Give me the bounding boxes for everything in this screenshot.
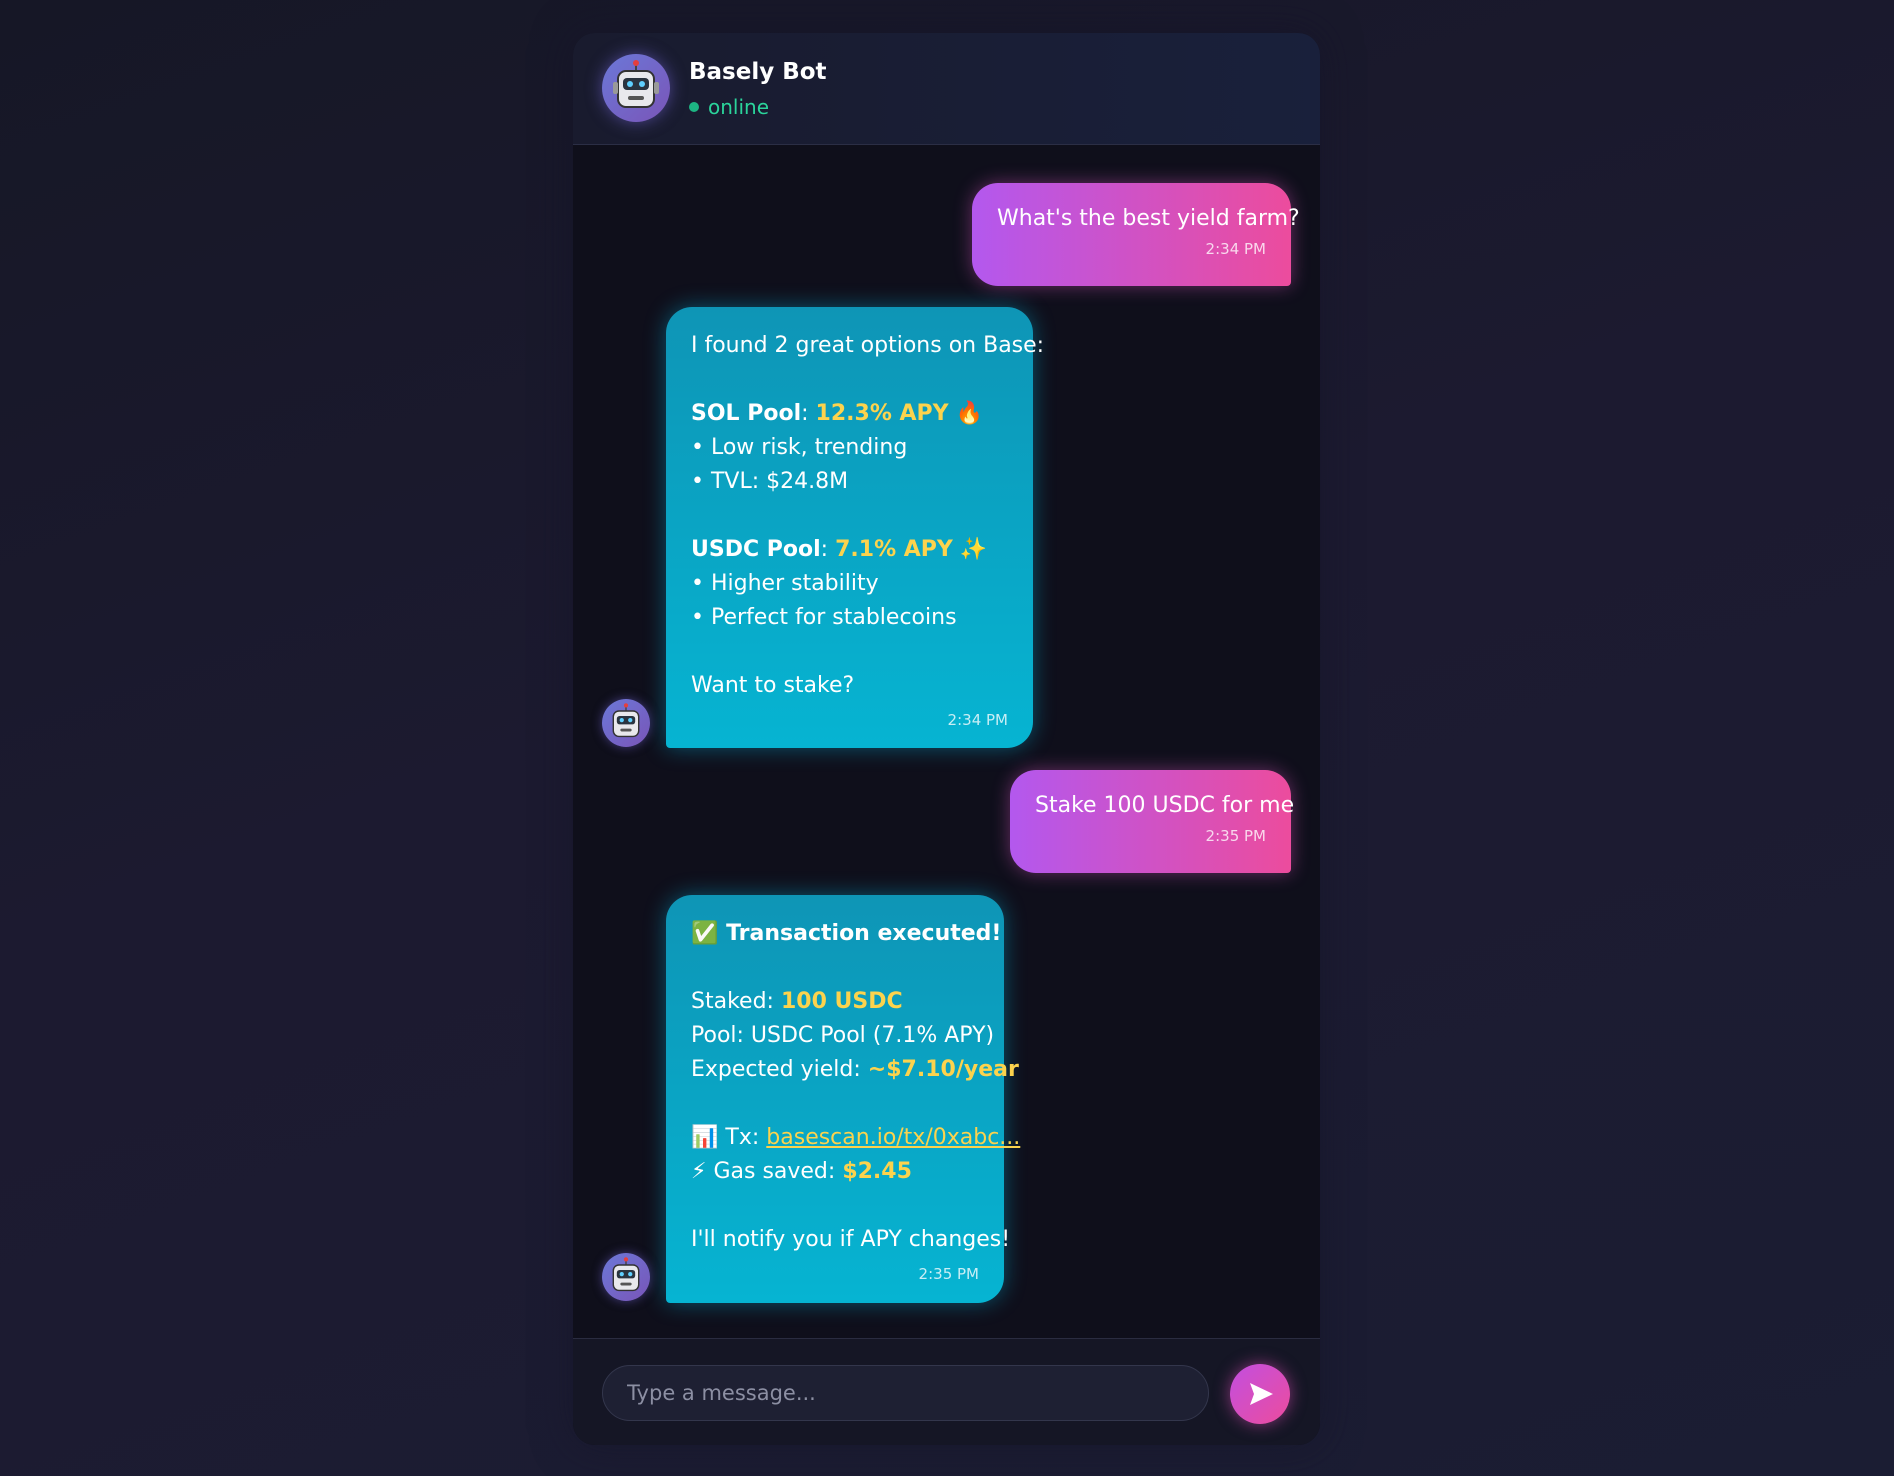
sol-pool-bullet-2: • TVL: $24.8M — [691, 469, 849, 494]
user-message-1: What's the best yield farm? 2:34 PM — [972, 183, 1300, 286]
message-text: Stake 100 USDC for me — [1035, 793, 1295, 818]
pool-line: Pool: USDC Pool (7.1% APY) — [691, 1023, 995, 1048]
bot-name: Basely Bot — [689, 59, 827, 85]
message-timestamp: 2:35 PM — [918, 1265, 979, 1283]
chat-header: Basely Bot online — [573, 33, 1320, 145]
sol-pool-bullet-1: • Low risk, trending — [691, 435, 908, 460]
status-indicator: online — [689, 95, 769, 119]
robot-icon — [612, 703, 640, 738]
lightning-icon: ⚡ — [691, 1159, 707, 1184]
sol-pool-heading: SOL Pool: 12.3% APY 🔥 — [691, 401, 984, 426]
sparkles-icon: ✨ — [959, 537, 988, 562]
online-dot-icon — [689, 102, 699, 112]
user-message-2: Stake 100 USDC for me 2:35 PM — [1010, 770, 1295, 873]
fire-icon: 🔥 — [955, 401, 984, 426]
send-button[interactable] — [1230, 1364, 1290, 1424]
message-outro: I'll notify you if APY changes! — [691, 1227, 1011, 1252]
gas-value: $2.45 — [842, 1159, 912, 1184]
pool-apy: 12.3% APY — [815, 401, 949, 426]
bot-message-avatar — [602, 1253, 650, 1301]
message-text: What's the best yield farm? — [997, 206, 1300, 231]
robot-icon — [612, 1257, 640, 1292]
pool-name: USDC Pool — [691, 537, 821, 562]
pool-name: SOL Pool — [691, 401, 802, 426]
message-timestamp: 2:35 PM — [1205, 827, 1266, 845]
usdc-pool-heading: USDC Pool: 7.1% APY ✨ — [691, 537, 988, 562]
bot-avatar[interactable] — [602, 54, 670, 122]
message-timestamp: 2:34 PM — [947, 711, 1008, 729]
robot-icon — [613, 60, 659, 108]
yield-line: Expected yield: ~$7.10/year — [691, 1057, 1019, 1082]
message-timestamp: 2:34 PM — [1205, 240, 1266, 258]
tx-line: 📊 Tx: basescan.io/tx/0xabc... — [691, 1125, 1021, 1150]
staked-line: Staked: 100 USDC — [691, 989, 903, 1014]
send-arrow-icon — [1250, 1383, 1273, 1405]
tx-link[interactable]: basescan.io/tx/0xabc... — [766, 1125, 1020, 1150]
pool-apy: 7.1% APY — [835, 537, 953, 562]
status-text: online — [708, 95, 770, 119]
usdc-pool-bullet-2: • Perfect for stablecoins — [691, 605, 957, 630]
chat-window: Basely Bot online What's the best yield … — [573, 33, 1320, 1445]
gas-line: ⚡ Gas saved: $2.45 — [691, 1159, 912, 1184]
bar-chart-icon: 📊 — [691, 1125, 719, 1150]
usdc-pool-bullet-1: • Higher stability — [691, 571, 879, 596]
transaction-title: ✅ Transaction executed! — [691, 917, 1001, 951]
yield-value: ~$7.10/year — [867, 1057, 1019, 1082]
bot-message-options: I found 2 great options on Base: SOL Poo… — [666, 307, 1045, 748]
bot-message-avatar — [602, 699, 650, 747]
message-input[interactable] — [602, 1365, 1209, 1421]
staked-value: 100 USDC — [780, 989, 903, 1014]
title-text: Transaction executed! — [726, 921, 1002, 946]
bot-message-transaction: ✅ Transaction executed! Staked: 100 USDC… — [666, 895, 1021, 1303]
message-outro: Want to stake? — [691, 673, 855, 698]
check-mark-icon: ✅ — [691, 921, 719, 946]
composer-bar — [573, 1338, 1320, 1445]
message-intro: I found 2 great options on Base: — [691, 333, 1045, 358]
